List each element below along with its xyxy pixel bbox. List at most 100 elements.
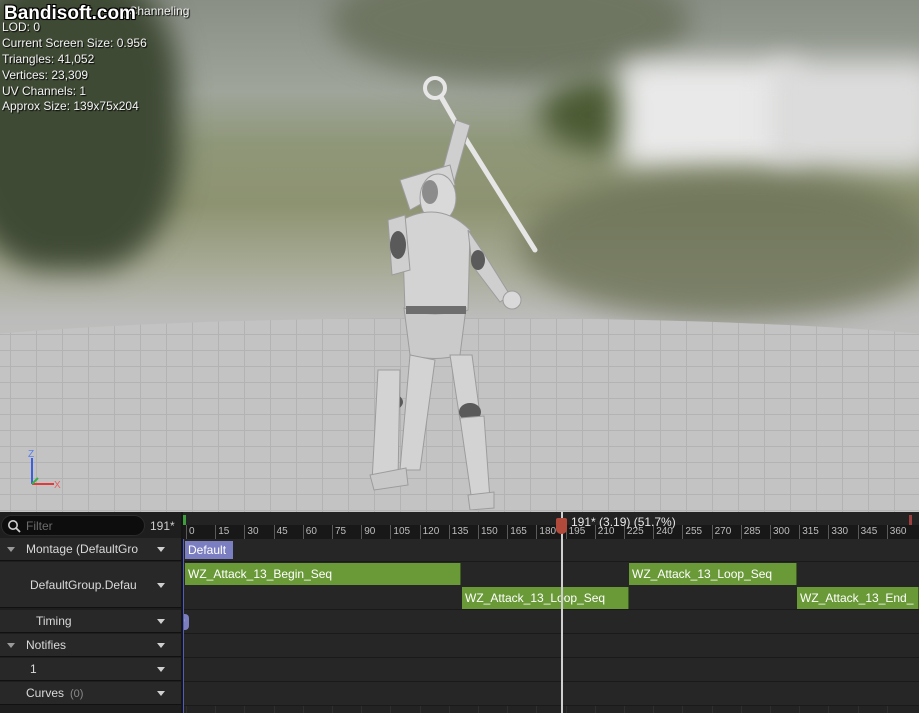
ruler-label: 30	[247, 526, 259, 537]
ruler-label: 360	[889, 526, 907, 537]
ruler-label: 120	[422, 526, 440, 537]
ruler-tick	[711, 525, 713, 539]
filter-input[interactable]	[26, 518, 138, 534]
track-timing[interactable]: Timing	[0, 610, 181, 633]
end-marker	[909, 515, 912, 525]
playhead-handle[interactable]	[556, 518, 567, 534]
uv-channels-stat: UV Channels: 1	[2, 83, 87, 98]
track-curves-label: Curves (0)	[26, 686, 83, 700]
timeline-start-line	[183, 539, 184, 713]
lane-curves	[183, 682, 919, 706]
track-default-group-label: DefaultGroup.Defau	[30, 578, 137, 592]
ruler-label: 270	[714, 526, 732, 537]
ruler-tick	[332, 525, 333, 539]
chevron-down-icon[interactable]	[157, 643, 165, 648]
animation-viewport[interactable]: _Channeling LOD: 0 Current Screen Size: …	[0, 0, 919, 512]
segment-loop-seq-top[interactable]: WZ_Attack_13_Loop_Seq	[629, 563, 797, 585]
lane-timing	[183, 610, 919, 634]
chevron-down-icon[interactable]	[157, 547, 165, 552]
chevron-down-icon[interactable]	[157, 619, 165, 624]
timeline-ruler[interactable]: 0 15 30 45 60 75 90 105 120 135 150 165 180 195 210 225…	[183, 525, 919, 539]
filter-search-box[interactable]	[1, 515, 145, 536]
current-frame-readout: 191*	[150, 519, 175, 533]
lane-notify-1	[183, 658, 919, 682]
ruler-tick	[302, 525, 304, 539]
segment-begin-seq[interactable]: WZ_Attack_13_Begin_Seq	[185, 563, 461, 585]
axis-gizmo-icon: Z X	[28, 449, 61, 491]
ruler-tick	[244, 525, 246, 539]
ruler-label: 135	[451, 526, 469, 537]
lawn-shadow	[520, 170, 919, 320]
vertices-stat: Vertices: 23,309	[2, 67, 89, 82]
ruler-tick	[740, 525, 742, 539]
track-curves[interactable]: Curves (0)	[0, 682, 181, 705]
ruler-label: 60	[305, 526, 317, 537]
ruler-tick	[448, 525, 450, 539]
lane-montage	[183, 539, 919, 562]
ruler-tick	[361, 525, 363, 539]
ruler-label: 0	[189, 526, 195, 537]
watermark-logo: Bandisoft.com	[4, 3, 136, 24]
track-notify-1-label: 1	[30, 662, 37, 676]
segment-end-seq[interactable]: WZ_Attack_13_End_	[797, 587, 919, 609]
segment-loop-seq-bottom[interactable]: WZ_Attack_13_Loop_Seq	[462, 587, 629, 609]
ruler-label: 180	[539, 526, 557, 537]
track-notify-1[interactable]: 1	[0, 658, 181, 681]
background-car	[770, 60, 919, 170]
triangles-stat: Triangles: 41,052	[2, 51, 95, 66]
chevron-down-icon[interactable]	[157, 691, 165, 696]
curves-count: (0)	[70, 688, 84, 700]
track-montage-label: Montage (DefaultGro	[26, 542, 139, 556]
axis-x-label: X	[54, 480, 61, 491]
ruler-tick	[215, 525, 217, 539]
curves-label: Curves	[26, 686, 65, 700]
ruler-tick	[186, 525, 187, 539]
ruler-tick	[799, 525, 801, 539]
ruler-tick	[478, 525, 479, 539]
ruler-tick	[857, 525, 859, 539]
track-timing-label: Timing	[36, 614, 72, 628]
ruler-label: 75	[335, 526, 347, 537]
track-montage[interactable]: Montage (DefaultGro	[0, 538, 181, 561]
track-list: 191* Montage (DefaultGro DefaultGroup.De…	[0, 512, 181, 713]
mannequin-character	[369, 76, 538, 510]
ruler-tick	[536, 525, 538, 539]
lane-notifies	[183, 634, 919, 658]
montage-editor-panel: 191* Montage (DefaultGro DefaultGroup.De…	[0, 512, 919, 713]
timeline-area[interactable]: 0 15 30 45 60 75 90 105 120 135 150 165 180 195 210 225…	[183, 512, 919, 713]
chevron-down-icon[interactable]	[157, 583, 165, 588]
track-notifies-label: Notifies	[26, 638, 67, 652]
ruler-tick	[770, 525, 771, 539]
ruler-label: 255	[685, 526, 703, 537]
start-marker	[183, 515, 186, 525]
collapse-icon[interactable]	[7, 547, 15, 552]
ruler-tick	[390, 525, 392, 539]
ruler-tick	[273, 525, 275, 539]
ruler-label: 345	[860, 526, 878, 537]
ruler-label: 45	[276, 526, 288, 537]
playhead-readout: 191* (3.19) (51.7%)	[571, 515, 676, 529]
approx-size-stat: Approx Size: 139x75x204	[2, 99, 139, 114]
ruler-tick	[419, 525, 421, 539]
ruler-label: 165	[510, 526, 527, 537]
slot-default[interactable]: Default	[185, 541, 233, 559]
collapse-icon[interactable]	[7, 643, 15, 648]
ruler-label: 105	[393, 526, 411, 537]
ruler-label: 15	[218, 526, 230, 537]
axis-z-label: Z	[28, 449, 34, 460]
ruler-label: 285	[743, 526, 761, 537]
track-notifies[interactable]: Notifies	[0, 634, 181, 657]
ruler-label: 300	[773, 526, 790, 537]
screen-size-stat: Current Screen Size: 0.956	[2, 35, 147, 50]
ruler-tick	[886, 525, 888, 539]
track-default-group[interactable]: DefaultGroup.Defau	[0, 562, 181, 608]
ruler-label: 90	[364, 526, 376, 537]
filter-row: 191*	[0, 515, 181, 537]
ruler-label: 330	[831, 526, 849, 537]
ruler-label: 150	[481, 526, 498, 537]
chevron-down-icon[interactable]	[157, 667, 165, 672]
ruler-label: 315	[802, 526, 819, 537]
playhead-line[interactable]	[561, 512, 563, 713]
search-icon	[8, 520, 21, 533]
ruler-tick	[682, 525, 684, 539]
